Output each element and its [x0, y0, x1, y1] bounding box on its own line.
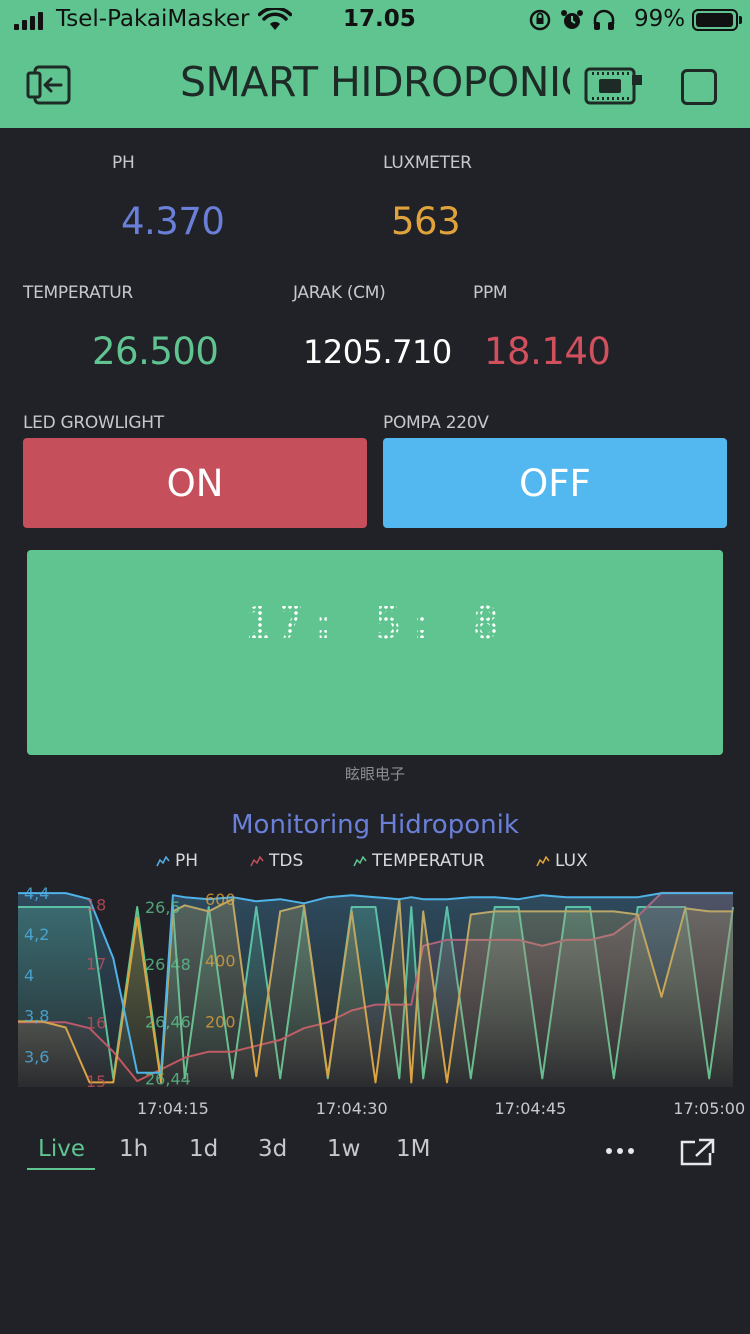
clock: 17.05 — [343, 6, 416, 32]
legend-lux-label: LUX — [555, 851, 588, 871]
lcd-text: 17: 5: 8 — [245, 598, 505, 649]
jarak-value: 1205.710 — [303, 333, 452, 371]
period-tab-1d[interactable]: 1d — [189, 1136, 218, 1162]
app-title: SMART HIDROPONIC — [180, 58, 570, 106]
status-bar: Tsel-PakaiMasker 17.05 99% — [0, 0, 750, 40]
y-tick-temperatur: 26,44 — [145, 1069, 191, 1088]
legend-tds-icon — [250, 855, 264, 867]
luxmeter-value: 563 — [391, 200, 461, 243]
headphones-icon — [593, 9, 615, 30]
y-tick-ph: 4 — [24, 966, 34, 985]
y-tick-ph: 3,8 — [24, 1007, 49, 1026]
monitoring-chart[interactable]: 4,4 4,2 4 3,8 3,6 18 17 16 15 26,5 26,48 26,46 26,44… — [0, 875, 750, 1125]
chart-title: Monitoring Hidroponik — [231, 810, 519, 840]
luxmeter-label: LUXMETER — [383, 153, 472, 173]
ph-value: 4.370 — [121, 200, 225, 243]
ph-label: PH — [112, 153, 135, 173]
y-tick-lux: 600 — [205, 890, 236, 909]
led-growlight-label: LED GROWLIGHT — [23, 413, 164, 433]
period-tab-1m[interactable]: 1M — [396, 1136, 430, 1162]
y-tick-temperatur: 26,5 — [145, 898, 181, 917]
legend-ph-label: PH — [175, 851, 199, 871]
x-tick-label: 17:05:00 — [673, 1099, 745, 1118]
period-tab-live[interactable]: Live — [38, 1136, 85, 1162]
legend-temperatur-label: TEMPERATUR — [372, 851, 485, 871]
x-tick-label: 17:04:45 — [494, 1099, 566, 1118]
y-tick-lux: 200 — [205, 1012, 236, 1031]
led-growlight-state: ON — [166, 461, 224, 505]
legend-lux[interactable]: LUX — [536, 851, 588, 871]
pompa-label: POMPA 220V — [383, 413, 489, 433]
app-header: SMART HIDROPONIC — [0, 40, 750, 128]
legend-ph-icon — [156, 855, 170, 867]
y-tick-tds: 17 — [86, 955, 106, 974]
x-tick-label: 17:04:15 — [137, 1099, 209, 1118]
jarak-label: JARAK (CM) — [293, 283, 386, 303]
battery-icon — [692, 9, 742, 31]
alarm-icon — [561, 10, 583, 29]
temperatur-value: 26.500 — [92, 330, 219, 373]
more-icon[interactable] — [606, 1148, 634, 1154]
led-growlight-button[interactable]: ON — [23, 438, 367, 528]
rotation-lock-icon — [529, 9, 551, 31]
y-tick-ph: 3,6 — [24, 1047, 49, 1066]
active-tab-underline — [27, 1168, 95, 1170]
carrier-name: Tsel-PakaiMasker — [56, 6, 250, 32]
wifi-icon — [258, 8, 292, 30]
pompa-state: OFF — [519, 461, 591, 505]
ppm-label: PPM — [473, 283, 508, 303]
x-tick-label: 17:04:30 — [316, 1099, 388, 1118]
period-tab-3d[interactable]: 3d — [258, 1136, 287, 1162]
period-tab-1h[interactable]: 1h — [119, 1136, 148, 1162]
y-tick-ph: 4,4 — [24, 884, 49, 903]
export-icon[interactable] — [679, 1138, 715, 1166]
lcd-display: 17: 5: 8 — [27, 550, 723, 755]
y-tick-temperatur: 26,48 — [145, 955, 191, 974]
y-tick-temperatur: 26,46 — [145, 1012, 191, 1031]
device-icon[interactable] — [584, 66, 644, 106]
legend-lux-icon — [536, 855, 550, 867]
y-tick-tds: 16 — [86, 1013, 106, 1032]
legend-temperatur-icon — [353, 855, 367, 867]
square-icon[interactable] — [681, 69, 717, 105]
legend-tds[interactable]: TDS — [250, 851, 303, 871]
ppm-value: 18.140 — [484, 330, 611, 373]
y-tick-ph: 4,2 — [24, 925, 49, 944]
y-tick-tds: 18 — [86, 896, 106, 915]
legend-tds-label: TDS — [269, 851, 304, 871]
legend-temperatur[interactable]: TEMPERATUR — [353, 851, 485, 871]
lcd-brand: 眩眼电子 — [344, 765, 405, 783]
period-tab-1w[interactable]: 1w — [327, 1136, 360, 1162]
pompa-button[interactable]: OFF — [383, 438, 727, 528]
y-tick-lux: 400 — [205, 951, 236, 970]
legend-ph[interactable]: PH — [156, 851, 198, 871]
battery-percent: 99% — [634, 6, 686, 32]
signal-icon — [14, 12, 43, 30]
back-icon[interactable] — [26, 64, 76, 106]
temperatur-label: TEMPERATUR — [23, 283, 133, 303]
y-tick-tds: 15 — [86, 1072, 106, 1091]
